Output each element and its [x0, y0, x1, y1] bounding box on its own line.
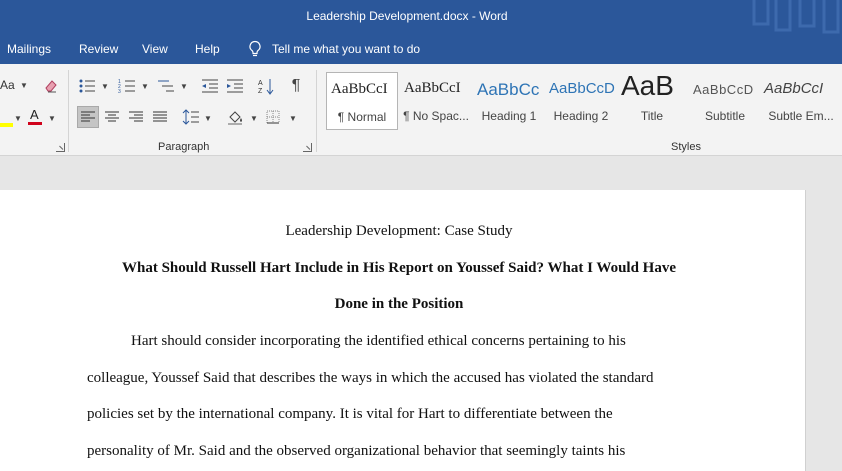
style-sample: AaBbCcI	[404, 80, 461, 96]
chevron-down-icon: ▼	[250, 114, 258, 123]
style-name: ¶ No Spac...	[403, 109, 469, 123]
multilevel-list-icon	[158, 80, 174, 92]
chevron-down-icon: ▼	[204, 114, 212, 123]
style-title[interactable]: AaB Title	[616, 72, 688, 130]
change-case-button[interactable]: Aa	[0, 78, 15, 92]
chevron-down-icon: ▼	[141, 82, 149, 91]
titlebar-decoration	[752, 0, 840, 34]
chevron-down-icon: ▼	[180, 82, 188, 91]
borders-icon	[266, 110, 280, 124]
chevron-down-icon: ▼	[20, 81, 28, 90]
svg-text:3: 3	[118, 89, 121, 94]
chevron-down-icon: ▼	[101, 82, 109, 91]
font-color-button[interactable]: A	[24, 106, 46, 128]
window-title: Leadership Development.docx - Word	[306, 9, 508, 23]
sort-az-icon: AZ	[258, 79, 274, 95]
paragraph-dialog-launcher[interactable]	[303, 143, 312, 152]
ribbon: Aa ▼ ▼ A ▼ ▼ 123 ▼ ▼ A Z ¶ ▼ ▼ ▼ Paragra…	[0, 64, 842, 156]
style-sample: AaBbCcD	[693, 82, 754, 97]
tell-me-label: Tell me what you want to do	[272, 42, 421, 56]
group-separator	[316, 70, 317, 152]
chevron-down-icon: ▼	[14, 114, 22, 123]
clear-formatting-button[interactable]	[40, 75, 62, 97]
style-name: Subtle Em...	[768, 109, 834, 123]
style-subtitle[interactable]: AaBbCcD Subtitle	[689, 72, 761, 130]
style-sample: AaBbCcI	[764, 80, 824, 97]
style-normal[interactable]: AaBbCcI ¶ Normal	[326, 72, 398, 130]
multilevel-list-button[interactable]	[155, 75, 177, 97]
body-text-line: colleague, Youssef Said that describes t…	[87, 370, 654, 386]
document-heading-line-1: What Should Russell Hart Include in His …	[121, 260, 676, 276]
eraser-icon	[45, 80, 57, 93]
shading-button[interactable]	[225, 106, 247, 128]
tab-view[interactable]: View	[142, 42, 168, 56]
highlighter-icon	[0, 123, 13, 127]
pilcrow-icon: ¶	[291, 77, 301, 94]
style-heading-2[interactable]: AaBbCcD Heading 2	[545, 72, 617, 130]
justify-button[interactable]	[149, 106, 171, 128]
align-left-button[interactable]	[77, 106, 99, 128]
borders-button[interactable]	[262, 106, 284, 128]
paragraph-group-label: Paragraph	[158, 141, 210, 153]
svg-text:Z: Z	[258, 88, 263, 95]
style-sample: AaBbCcI	[331, 81, 388, 97]
increase-indent-button[interactable]	[224, 75, 246, 97]
bullets-button[interactable]	[76, 75, 98, 97]
style-subtle-emphasis[interactable]: AaBbCcI Subtle Em...	[760, 72, 842, 130]
increase-indent-icon	[227, 79, 243, 93]
document-page[interactable]: Leadership Development: Case Study What …	[0, 190, 806, 471]
tab-review[interactable]: Review	[79, 42, 118, 56]
document-title: Leadership Development: Case Study	[285, 223, 513, 239]
styles-group-label: Styles	[671, 141, 701, 153]
justify-icon	[153, 111, 167, 122]
align-right-icon	[129, 111, 143, 122]
font-color-icon: A	[28, 107, 42, 125]
bullets-icon	[79, 79, 95, 93]
style-no-spacing[interactable]: AaBbCcI ¶ No Spac...	[400, 72, 472, 130]
svg-text:A: A	[258, 80, 263, 87]
decrease-indent-button[interactable]	[199, 75, 221, 97]
lightbulb-icon	[249, 40, 261, 57]
chevron-down-icon: ▼	[289, 114, 297, 123]
body-text-line: personality of Mr. Said and the observed…	[87, 443, 626, 459]
vertical-scroll-area[interactable]	[807, 157, 842, 471]
paint-bucket-icon	[228, 111, 242, 125]
show-formatting-button[interactable]: ¶	[285, 75, 307, 97]
tab-mailings[interactable]: Mailings	[7, 42, 51, 56]
style-sample: AaBbCcD	[549, 80, 615, 97]
align-left-icon	[81, 111, 95, 122]
style-name: Heading 1	[481, 109, 537, 123]
decrease-indent-icon	[202, 79, 218, 93]
style-name: Heading 2	[553, 109, 609, 123]
style-sample: AaB	[621, 72, 674, 101]
style-sample: AaBbCc	[477, 80, 540, 99]
tab-help[interactable]: Help	[195, 42, 220, 56]
body-text-line: policies set by the international compan…	[87, 406, 613, 422]
style-name: Subtitle	[704, 109, 746, 123]
align-center-button[interactable]	[101, 106, 123, 128]
align-center-icon	[105, 111, 119, 122]
numbering-icon: 123	[118, 79, 135, 94]
body-text-line: Hart should consider incorporating the i…	[131, 333, 626, 349]
group-separator	[68, 70, 69, 152]
chevron-down-icon: ▼	[48, 114, 56, 123]
tell-me-search[interactable]: Tell me what you want to do	[248, 40, 420, 58]
style-name: Title	[640, 109, 664, 123]
style-heading-1[interactable]: AaBbCc Heading 1	[473, 72, 545, 130]
sort-button[interactable]: AZ	[255, 75, 277, 97]
style-name: ¶ Normal	[337, 110, 387, 124]
font-dialog-launcher[interactable]	[56, 143, 65, 152]
line-spacing-icon	[182, 109, 199, 125]
title-bar: Leadership Development.docx - Word	[0, 0, 842, 34]
align-right-button[interactable]	[125, 106, 147, 128]
line-spacing-button[interactable]	[180, 106, 202, 128]
numbering-button[interactable]: 123	[116, 75, 138, 97]
svg-text:A: A	[30, 107, 39, 122]
ribbon-tabs: Mailings Review View Help Tell me what y…	[0, 34, 842, 64]
styles-gallery: AaBbCcI ¶ Normal AaBbCcI ¶ No Spac... Aa…	[324, 72, 842, 130]
document-heading-line-2: Done in the Position	[334, 296, 464, 312]
